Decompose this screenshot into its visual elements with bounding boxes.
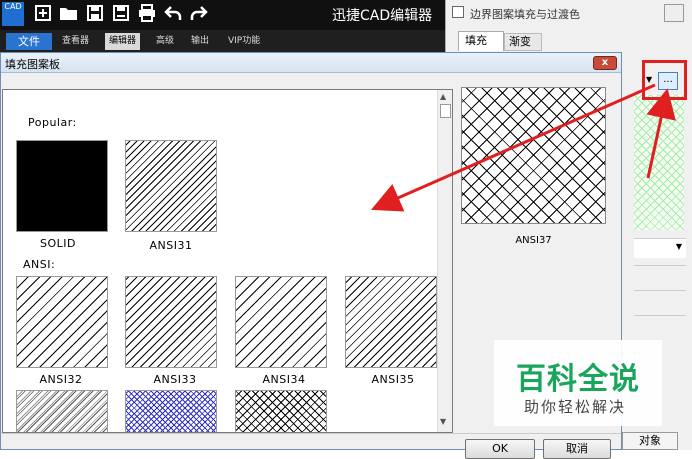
watermark: 百科全说 助你轻松解决 bbox=[494, 340, 662, 426]
watermark-subtitle: 助你轻松解决 bbox=[524, 398, 627, 416]
annotation-arrow bbox=[371, 83, 656, 212]
annotation-arrow bbox=[646, 88, 676, 179]
watermark-title: 百科全说 bbox=[516, 362, 640, 397]
